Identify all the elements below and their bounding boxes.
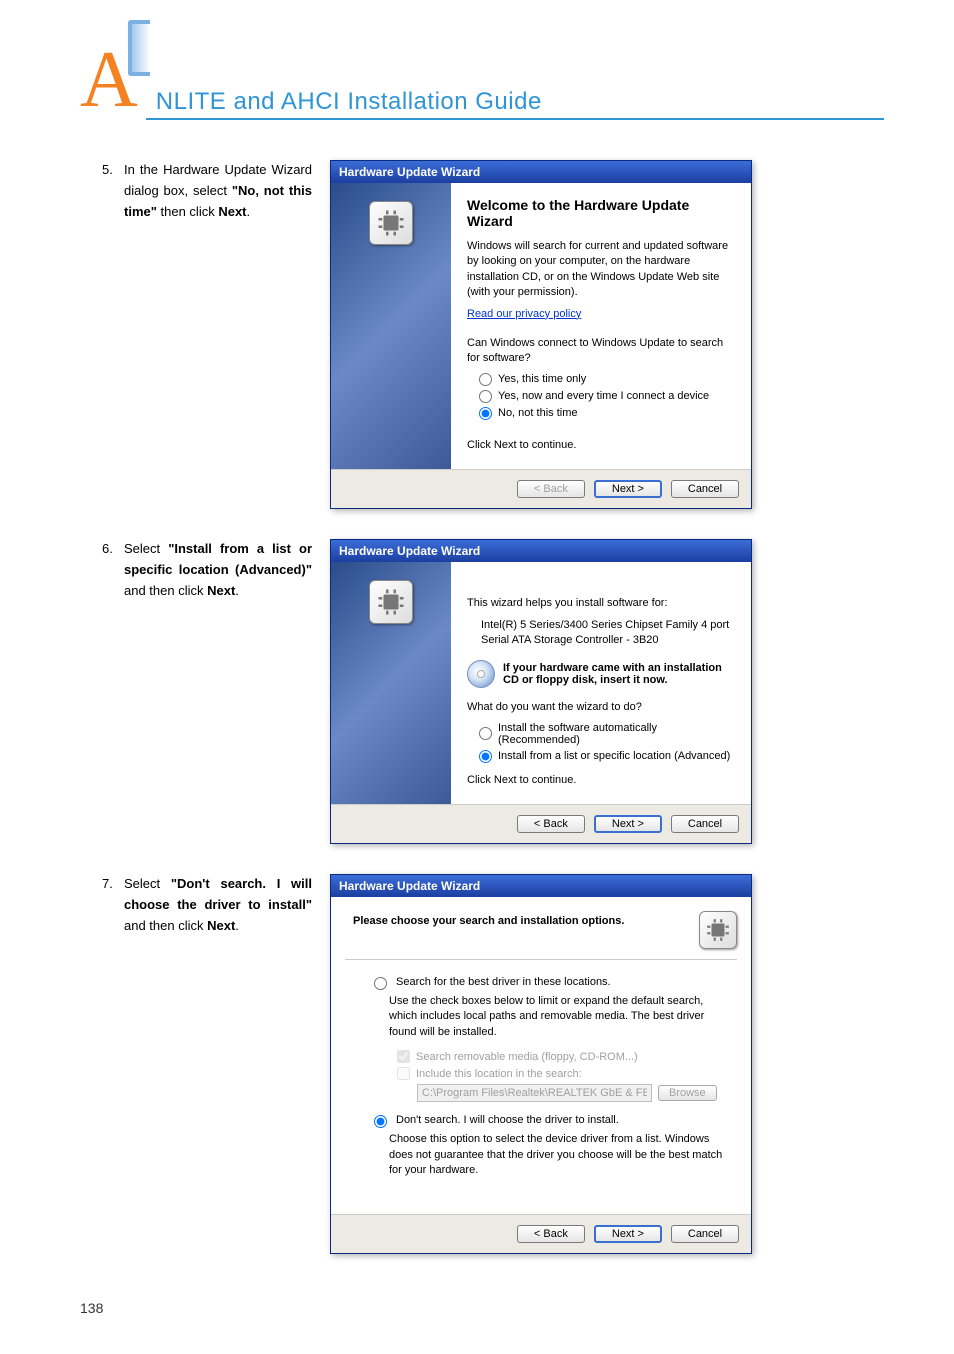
dialog-titlebar: Hardware Update Wizard — [331, 875, 751, 897]
radio-no[interactable]: No, not this time — [479, 407, 735, 420]
dialog-titlebar: Hardware Update Wizard — [331, 161, 751, 183]
wizard-heading: Welcome to the Hardware Update Wizard — [467, 197, 735, 229]
radio-yes-always-input[interactable] — [479, 390, 492, 403]
step-5-post: . — [247, 204, 251, 219]
step-7-text: 7. Select "Don't search. I will choose t… — [80, 874, 330, 1254]
step-5: 5. In the Hardware Update Wizard dialog … — [80, 160, 884, 509]
cd-instruction: If your hardware came with an installati… — [503, 662, 735, 686]
step-7-screenshot: Hardware Update Wizard Please choose you… — [330, 874, 884, 1254]
checkbox-removable-media: Search removable media (floppy, CD-ROM..… — [397, 1050, 729, 1063]
step-7-number: 7. — [102, 874, 122, 895]
step-7-post: . — [235, 918, 239, 933]
dialog-side-graphic — [331, 183, 451, 469]
wizard-continue-text: Click Next to continue. — [467, 438, 735, 453]
radio-dont-search-input[interactable] — [374, 1115, 387, 1128]
next-button[interactable]: Next > — [594, 1225, 662, 1243]
radio-yes-always[interactable]: Yes, now and every time I connect a devi… — [479, 390, 735, 403]
step-7-mid: and then click — [124, 918, 207, 933]
radio-yes-always-label: Yes, now and every time I connect a devi… — [498, 390, 709, 402]
step-5-number: 5. — [102, 160, 122, 181]
step-6-text: 6. Select "Install from a list or specif… — [80, 539, 330, 844]
hardware-update-wizard-dialog: Hardware Update Wizard This wizard helps… — [330, 539, 752, 844]
step-6-bold2: Next — [207, 583, 235, 598]
location-path-input — [417, 1084, 652, 1102]
next-button[interactable]: Next > — [594, 815, 662, 833]
chip-icon — [699, 911, 737, 949]
page-title: NLITE and AHCI Installation Guide — [146, 88, 884, 120]
radio-yes-once-input[interactable] — [479, 373, 492, 386]
checkbox-include-location: Include this location in the search: — [397, 1067, 729, 1080]
hardware-update-wizard-dialog: Hardware Update Wizard Welcome to the Ha… — [330, 160, 752, 509]
checkbox-removable-media-label: Search removable media (floppy, CD-ROM..… — [416, 1051, 638, 1063]
step-7-bold2: Next — [207, 918, 235, 933]
hardware-update-wizard-dialog: Hardware Update Wizard Please choose you… — [330, 874, 752, 1254]
radio-yes-once-label: Yes, this time only — [498, 373, 586, 385]
checkbox-include-location-input — [397, 1067, 410, 1080]
radio-yes-once[interactable]: Yes, this time only — [479, 373, 735, 386]
chip-icon — [369, 580, 413, 624]
cancel-button[interactable]: Cancel — [671, 815, 739, 833]
back-button[interactable]: < Back — [517, 1225, 585, 1243]
dialog-titlebar: Hardware Update Wizard — [331, 540, 751, 562]
dialog-footer: < Back Next > Cancel — [331, 804, 751, 843]
wizard-para-1: Windows will search for current and upda… — [467, 239, 735, 301]
dialog-side-graphic — [331, 562, 451, 804]
cancel-button[interactable]: Cancel — [671, 1225, 739, 1243]
device-name: Intel(R) 5 Series/3400 Series Chipset Fa… — [481, 618, 735, 649]
page-header: A NLITE and AHCI Installation Guide — [80, 40, 884, 120]
back-button: < Back — [517, 480, 585, 498]
step-6: 6. Select "Install from a list or specif… — [80, 539, 884, 844]
step-6-screenshot: Hardware Update Wizard This wizard helps… — [330, 539, 884, 844]
cd-icon — [467, 660, 495, 688]
dont-search-desc: Choose this option to select the device … — [389, 1132, 729, 1178]
cancel-button[interactable]: Cancel — [671, 480, 739, 498]
dialog-footer: < Back Next > Cancel — [331, 469, 751, 508]
dialog-footer: < Back Next > Cancel — [331, 1214, 751, 1253]
wizard-question: What do you want the wizard to do? — [467, 700, 735, 715]
radio-install-auto-label: Install the software automatically (Reco… — [498, 722, 735, 746]
dialog-subheading: Please choose your search and installati… — [345, 911, 624, 927]
page-number: 138 — [80, 1300, 103, 1316]
chip-icon — [369, 201, 413, 245]
radio-search-best[interactable]: Search for the best driver in these loca… — [369, 974, 729, 990]
step-7: 7. Select "Don't search. I will choose t… — [80, 874, 884, 1254]
step-6-number: 6. — [102, 539, 122, 560]
back-button[interactable]: < Back — [517, 815, 585, 833]
step-5-bold2: Next — [218, 204, 246, 219]
checkbox-removable-media-input — [397, 1050, 410, 1063]
browse-button: Browse — [658, 1085, 717, 1101]
radio-install-list-input[interactable] — [479, 750, 492, 763]
radio-no-label: No, not this time — [498, 407, 577, 419]
decorative-bar — [128, 20, 150, 76]
privacy-policy-link[interactable]: Read our privacy policy — [467, 308, 581, 320]
radio-no-input[interactable] — [479, 407, 492, 420]
step-6-mid: and then click — [124, 583, 207, 598]
radio-install-list[interactable]: Install from a list or specific location… — [479, 750, 735, 763]
radio-search-best-input[interactable] — [374, 977, 387, 990]
wizard-continue-text: Click Next to continue. — [467, 773, 735, 788]
step-5-mid: then click — [157, 204, 218, 219]
step-6-pre: Select — [124, 541, 168, 556]
radio-search-best-label: Search for the best driver in these loca… — [396, 976, 611, 988]
next-button[interactable]: Next > — [594, 480, 662, 498]
radio-install-list-label: Install from a list or specific location… — [498, 750, 730, 762]
radio-install-auto-input[interactable] — [479, 727, 492, 740]
radio-dont-search[interactable]: Don't search. I will choose the driver t… — [369, 1112, 729, 1128]
appendix-letter: A — [80, 40, 146, 120]
wizard-question: Can Windows connect to Windows Update to… — [467, 336, 735, 367]
wizard-para-1: This wizard helps you install software f… — [467, 596, 735, 611]
step-6-post: . — [235, 583, 239, 598]
search-best-desc: Use the check boxes below to limit or ex… — [389, 994, 729, 1040]
checkbox-include-location-label: Include this location in the search: — [416, 1068, 582, 1080]
radio-dont-search-label: Don't search. I will choose the driver t… — [396, 1114, 619, 1126]
step-5-text: 5. In the Hardware Update Wizard dialog … — [80, 160, 330, 509]
step-5-screenshot: Hardware Update Wizard Welcome to the Ha… — [330, 160, 884, 509]
step-7-pre: Select — [124, 876, 171, 891]
radio-install-auto[interactable]: Install the software automatically (Reco… — [479, 722, 735, 746]
